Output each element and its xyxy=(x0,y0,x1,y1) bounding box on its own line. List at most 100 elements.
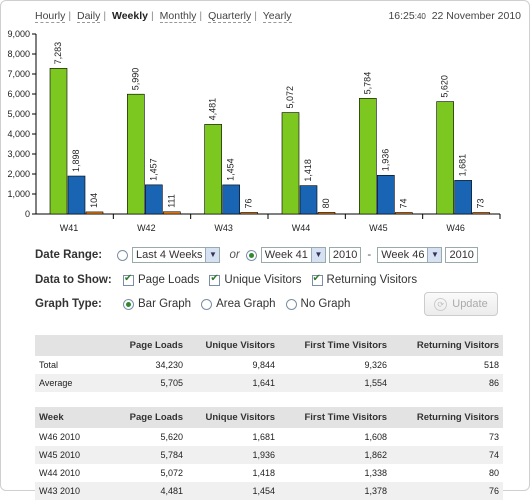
bar-value-label: 1,898 xyxy=(71,150,81,173)
unique-visitors-checkbox[interactable] xyxy=(209,273,221,286)
bar xyxy=(145,184,163,215)
bar-value-label: 1,418 xyxy=(303,159,313,182)
x-tick-label: W43 xyxy=(214,223,233,233)
table-cell: 1,608 xyxy=(364,432,387,442)
y-tick-label: 6,000 xyxy=(7,89,30,99)
from-week-select[interactable]: Week 41 ▼ xyxy=(260,247,326,263)
period-quarterly-link[interactable]: Quarterly xyxy=(208,10,252,23)
current-datetime: 16:25:40 22 November 2010 xyxy=(388,10,521,22)
table-cell: 76 xyxy=(391,482,503,500)
bar-value-label: 5,784 xyxy=(362,72,372,95)
period-daily-link[interactable]: Daily xyxy=(77,10,101,23)
bar-value-label: 111 xyxy=(166,194,176,208)
update-label: Update xyxy=(452,298,488,310)
chevron-down-icon: ▼ xyxy=(427,248,442,262)
date-range-label: Date Range: xyxy=(35,249,103,261)
bar xyxy=(395,212,413,215)
table-cell: W45 2010 xyxy=(35,446,105,464)
returning-visitors-label: Returning Visitors xyxy=(326,274,418,286)
area-graph-option[interactable]: Area Graph xyxy=(201,298,276,310)
last-weeks-option[interactable]: Last 4 Weeks ▼ xyxy=(117,247,223,263)
table-cell: 1,862 xyxy=(279,446,391,464)
weekly-header-cell: First Time Visitors xyxy=(279,407,391,428)
range-dash: - xyxy=(367,249,372,261)
table-row: W44 2010 5,072 1,418 1,338 80 xyxy=(35,464,503,482)
bar-value-label: 7,283 xyxy=(53,42,63,65)
period-monthly-link[interactable]: Monthly xyxy=(159,10,197,23)
summary-header-cell: Unique Visitors xyxy=(187,335,279,356)
current-time: 16:25 xyxy=(388,10,415,22)
current-seconds: :40 xyxy=(414,12,426,21)
weekly-table: Week Page Loads Unique Visitors First Ti… xyxy=(35,407,503,500)
unique-visitors-option[interactable]: Unique Visitors xyxy=(209,273,302,286)
last-weeks-value: Last 4 Weeks xyxy=(136,249,203,261)
period-yearly-link[interactable]: Yearly xyxy=(262,10,292,23)
bar xyxy=(240,212,258,215)
y-tick-label: 5,000 xyxy=(7,109,30,119)
chevron-down-icon: ▼ xyxy=(310,248,325,262)
to-week-select[interactable]: Week 46 ▼ xyxy=(377,247,443,263)
no-graph-radio[interactable] xyxy=(285,298,297,310)
bar xyxy=(454,180,472,215)
x-tick-label: W46 xyxy=(446,223,465,233)
bar xyxy=(472,212,490,215)
table-cell: 5,705 xyxy=(105,374,187,392)
bar xyxy=(299,185,318,215)
bar xyxy=(222,184,240,215)
table-cell: 1,338 xyxy=(364,468,387,478)
bar-value-label: 1,457 xyxy=(148,158,158,181)
date-range-row: Date Range: Last 4 Weeks ▼ or Week 41 ▼ 20… xyxy=(35,246,478,264)
refresh-icon: ⟳ xyxy=(434,297,448,311)
table-cell: 9,326 xyxy=(364,360,387,370)
data-to-show-row: Data to Show: Page Loads Unique Visitors… xyxy=(35,271,427,289)
period-nav: Hourly | Daily | Weekly | Monthly | Quarterl… xyxy=(35,10,292,23)
bar-value-label: 1,681 xyxy=(458,154,468,177)
page-loads-checkbox[interactable] xyxy=(123,273,134,286)
summary-header-cell: Page Loads xyxy=(105,335,187,356)
summary-header-cell: Returning Visitors xyxy=(391,335,503,356)
update-button[interactable]: ⟳ Update xyxy=(424,292,498,316)
bar xyxy=(67,175,86,215)
to-year-input[interactable]: 2010 xyxy=(445,247,478,263)
bar-graph-radio[interactable] xyxy=(123,298,134,310)
bar xyxy=(281,112,300,215)
bar xyxy=(127,93,145,215)
bar-value-label: 73 xyxy=(476,199,486,209)
table-cell: 34,230 xyxy=(155,360,183,370)
table-cell: 5,072 xyxy=(160,468,183,478)
period-hourly-link[interactable]: Hourly xyxy=(35,10,66,23)
summary-table: Page Loads Unique Visitors First Time Vi… xyxy=(35,335,503,392)
unique-visitors-label: Unique Visitors xyxy=(224,274,302,286)
area-graph-radio[interactable] xyxy=(201,298,213,310)
period-weekly-link[interactable]: Weekly xyxy=(112,10,148,22)
from-year-input[interactable]: 2010 xyxy=(328,247,362,263)
page-loads-option[interactable]: Page Loads xyxy=(123,273,199,286)
table-row: W46 2010 5,620 1,681 1,608 73 xyxy=(35,428,503,446)
last-weeks-radio[interactable] xyxy=(117,249,128,261)
bar xyxy=(436,101,454,215)
data-to-show-label: Data to Show: xyxy=(35,274,112,286)
week-range-radio[interactable] xyxy=(245,249,257,261)
bar-graph-option[interactable]: Bar Graph xyxy=(123,298,191,310)
table-cell: 9,844 xyxy=(252,360,275,370)
bar-value-label: 1,936 xyxy=(380,149,390,172)
area-graph-label: Area Graph xyxy=(216,298,276,310)
returning-visitors-option[interactable]: Returning Visitors xyxy=(311,273,418,286)
table-cell: 5,784 xyxy=(105,446,187,464)
weekly-header-cell: Week xyxy=(35,407,105,428)
bar xyxy=(377,174,395,215)
table-row: Average 5,705 1,641 1,554 86 xyxy=(35,374,503,392)
returning-visitors-checkbox[interactable] xyxy=(311,273,323,286)
table-cell: W44 2010 xyxy=(39,468,81,478)
last-weeks-select[interactable]: Last 4 Weeks ▼ xyxy=(132,247,221,263)
table-cell: Average xyxy=(35,374,105,392)
graph-type-row: Graph Type: Bar Graph Area Graph No Grap… xyxy=(35,295,360,313)
bar-value-label: 5,990 xyxy=(130,68,140,91)
bar xyxy=(204,124,222,215)
to-week-value: Week 46 xyxy=(381,249,425,261)
table-cell: 4,481 xyxy=(105,482,187,500)
table-cell: 80 xyxy=(488,468,499,478)
table-cell: W46 2010 xyxy=(39,432,81,442)
table-cell: W43 2010 xyxy=(35,482,105,500)
no-graph-option[interactable]: No Graph xyxy=(285,298,350,310)
